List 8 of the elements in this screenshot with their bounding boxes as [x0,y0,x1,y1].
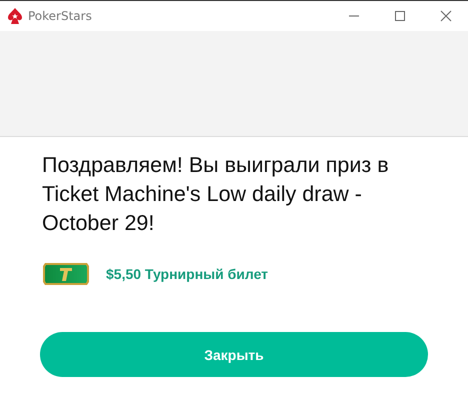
close-button[interactable]: Закрыть [40,332,428,377]
ticket-icon [42,262,90,286]
close-icon[interactable] [440,10,452,22]
congratulations-message: Поздравляем! Вы выиграли приз в Ticket Machine's Low daily draw - October 29! [42,152,390,237]
prize-label: $5,50 Турнирный билет [106,266,268,282]
maximize-icon[interactable] [394,10,406,22]
window-title: PokerStars [28,9,92,23]
spade-logo-icon [8,8,22,24]
